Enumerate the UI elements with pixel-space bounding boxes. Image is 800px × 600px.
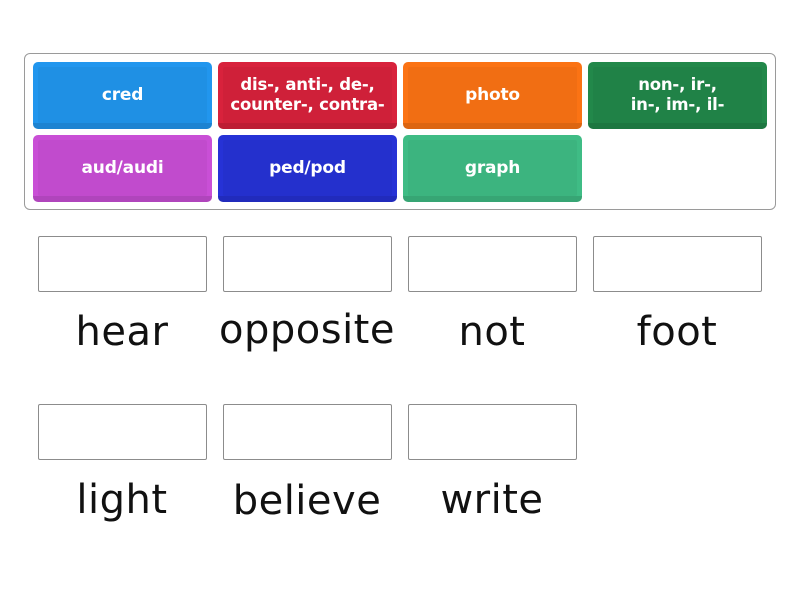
tile-label: graph [464,157,521,178]
drop-zone-hear[interactable] [38,236,207,292]
tile-aud-audi[interactable]: aud/audi [33,135,212,202]
drop-zone-believe[interactable] [223,404,392,460]
tile-label: photo [465,84,520,105]
match-up-activity: cred dis-, anti-, de-, counter-, contra-… [0,0,800,600]
tile-label: cred [101,84,144,105]
drop-zone-write[interactable] [408,404,577,460]
drop-zone-foot[interactable] [593,236,762,292]
drop-zone-not[interactable] [408,236,577,292]
drop-zone-opposite[interactable] [223,236,392,292]
target-label-believe: believe [232,478,382,524]
tile-label-line-1: non-, ir-, [638,74,717,94]
tile-label-line-2: in-, im-, il- [630,94,725,114]
tile-label-line-2: counter-, contra- [230,94,385,114]
drop-zone-light[interactable] [38,404,207,460]
tile-label: ped/pod [269,157,346,178]
target-label-foot: foot [636,309,718,355]
tile-dis-anti-de-counter-contra[interactable]: dis-, anti-, de-, counter-, contra- [218,62,397,129]
tile-cred[interactable]: cred [33,62,212,129]
tile-label: non-, ir-, in-, im-, il- [631,75,725,117]
tile-label: aud/audi [81,157,164,178]
tile-label-line-1: dis-, anti-, de-, [240,74,375,94]
target-label-opposite: opposite [219,307,395,353]
tile-photo[interactable]: photo [403,62,582,129]
tile-non-ir-in-im-il[interactable]: non-, ir-, in-, im-, il- [588,62,767,129]
target-label-hear: hear [75,309,169,355]
tile-ped-pod[interactable]: ped/pod [218,135,397,202]
target-label-not: not [458,309,526,355]
target-label-light: light [76,477,168,523]
tile-label: dis-, anti-, de-, counter-, contra- [230,75,384,117]
tile-graph[interactable]: graph [403,135,582,202]
target-label-write: write [440,477,544,523]
